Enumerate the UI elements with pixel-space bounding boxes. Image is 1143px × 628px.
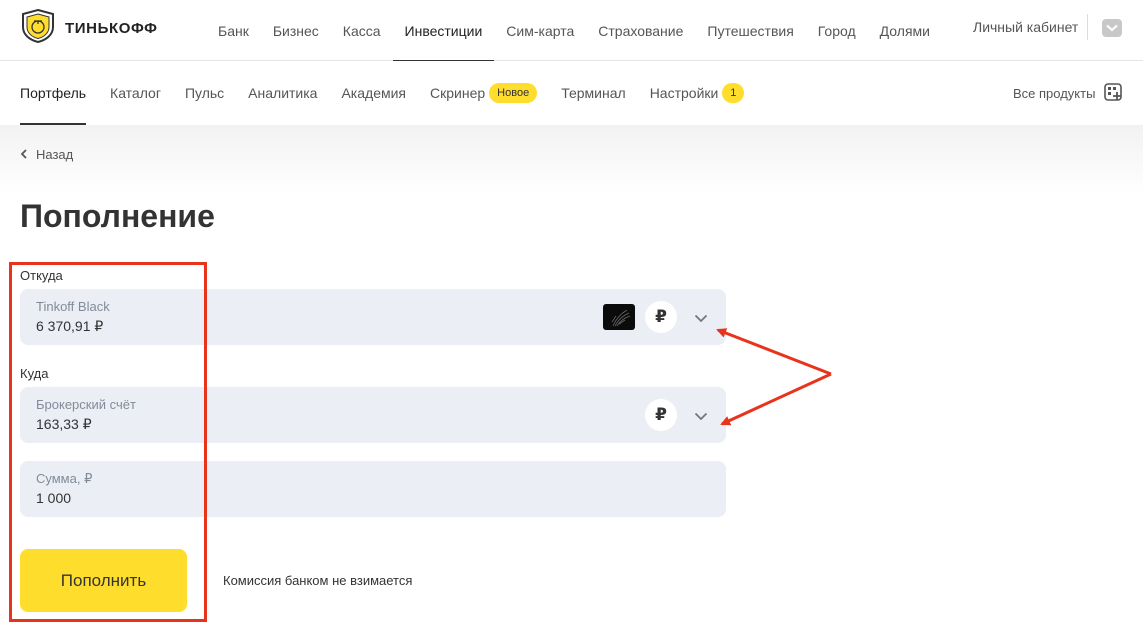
ruble-currency-icon: ₽ — [645, 399, 677, 431]
back-label: Назад — [36, 147, 74, 162]
all-products-label: Все продукты — [1013, 85, 1096, 101]
commission-note: Комиссия банком не взимается — [223, 573, 413, 588]
logo-text: ТИНЬКОФФ — [65, 19, 158, 37]
cabinet-dropdown-button[interactable] — [1102, 19, 1122, 37]
notification-count-badge: 1 — [722, 83, 745, 103]
top-nav-insurance[interactable]: Страхование — [586, 0, 695, 61]
top-nav-city[interactable]: Город — [806, 0, 868, 61]
sub-nav-catalog[interactable]: Каталог — [110, 61, 161, 125]
page-title: Пополнение — [20, 198, 215, 234]
logo[interactable]: ТИНЬКОФФ — [20, 8, 158, 48]
sub-nav-screener[interactable]: Скринер Новое — [430, 61, 538, 125]
sub-nav-terminal[interactable]: Терминал — [561, 61, 625, 125]
arrow-to-to-dropdown — [720, 372, 832, 426]
top-nav-investments[interactable]: Инвестиции — [392, 0, 495, 62]
top-nav-kassa[interactable]: Касса — [331, 0, 393, 61]
sub-nav-label: Аналитика — [248, 85, 318, 101]
annotation-highlight-box — [9, 262, 207, 622]
sub-nav-label: Терминал — [561, 85, 626, 101]
sub-nav-label: Скринер — [430, 85, 486, 101]
sub-nav-label: Пульс — [184, 85, 225, 101]
chevron-down-icon[interactable] — [693, 310, 709, 326]
new-badge: Новое — [489, 83, 538, 103]
tinkoff-shield-icon — [20, 8, 56, 48]
personal-cabinet-link[interactable]: Личный кабинет — [973, 19, 1078, 35]
top-nav-bank[interactable]: Банк — [206, 0, 261, 61]
sub-nav-label: Академия — [341, 85, 407, 101]
sub-nav-portfolio[interactable]: Портфель — [20, 61, 87, 125]
back-link[interactable]: Назад — [20, 147, 73, 162]
chevron-down-icon — [1106, 19, 1118, 37]
sub-nav-label: Настройки — [649, 85, 719, 101]
sub-navigation: Портфель Каталог Пульс Аналитика Академи… — [0, 61, 1143, 125]
black-card-icon — [603, 304, 635, 330]
chevron-down-icon[interactable] — [693, 408, 709, 424]
sub-nav-pulse[interactable]: Пульс — [185, 61, 224, 125]
top-menu: Банк Бизнес Касса Инвестиции Сим-карта С… — [206, 0, 942, 62]
top-nav-dolyami[interactable]: Долями — [868, 0, 942, 61]
arrow-to-from-dropdown — [716, 328, 832, 376]
sub-menu: Портфель Каталог Пульс Аналитика Академи… — [20, 61, 768, 125]
top-nav-sim-card[interactable]: Сим-карта — [494, 0, 586, 61]
sub-nav-settings[interactable]: Настройки 1 — [650, 61, 745, 125]
sub-nav-academy[interactable]: Академия — [341, 61, 406, 125]
top-nav-business[interactable]: Бизнес — [261, 0, 331, 61]
sub-nav-label: Каталог — [110, 85, 161, 101]
sub-nav-label: Портфель — [20, 85, 87, 101]
ruble-currency-icon: ₽ — [645, 301, 677, 333]
top-nav-travel[interactable]: Путешествия — [695, 0, 805, 61]
content-header-band — [0, 125, 1143, 195]
chevron-left-icon — [20, 147, 28, 162]
grid-plus-icon — [1103, 82, 1123, 105]
top-navigation: ТИНЬКОФФ Банк Бизнес Касса Инвестиции Си… — [0, 0, 1143, 62]
sub-nav-analytics[interactable]: Аналитика — [248, 61, 317, 125]
divider — [1087, 14, 1088, 40]
all-products-link[interactable]: Все продукты — [1013, 61, 1123, 125]
